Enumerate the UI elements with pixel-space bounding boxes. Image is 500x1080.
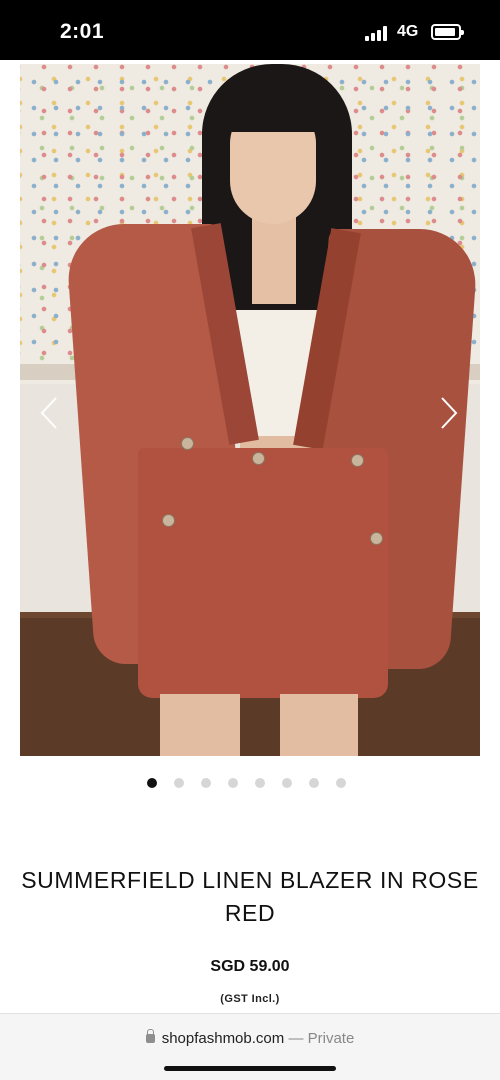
product-image[interactable] <box>20 64 480 756</box>
cellular-signal-icon <box>365 26 391 41</box>
carousel-dot[interactable] <box>255 778 265 788</box>
carousel-prev-button[interactable] <box>34 395 64 431</box>
carousel-dot[interactable] <box>309 778 319 788</box>
status-bar: 2:01 4G <box>0 0 500 60</box>
carousel-dot[interactable] <box>282 778 292 788</box>
lock-icon <box>145 1029 155 1043</box>
carousel-dot[interactable] <box>228 778 238 788</box>
carousel-next-button[interactable] <box>434 395 464 431</box>
tax-note: (GST Incl.) <box>220 993 280 1005</box>
chevron-right-icon <box>441 397 458 429</box>
home-indicator[interactable] <box>164 1066 336 1071</box>
carousel-dot[interactable] <box>174 778 184 788</box>
carousel-dot[interactable] <box>336 778 346 788</box>
carousel-dot[interactable] <box>201 778 211 788</box>
browsing-mode: Private <box>307 1030 355 1047</box>
network-type: 4G <box>397 23 419 40</box>
carousel-pagination <box>147 778 346 790</box>
battery-icon <box>431 24 464 40</box>
carousel-dot[interactable] <box>147 778 157 788</box>
product-price: SGD 59.00 <box>210 958 290 975</box>
chevron-left-icon <box>40 397 57 429</box>
status-time: 2:01 <box>60 20 105 43</box>
product-title: SUMMERFIELD LINEN BLAZER IN ROSE RED <box>21 867 479 926</box>
browser-address-bar[interactable]: shopfashmob.com — Private <box>0 1013 500 1080</box>
url-separator: — <box>288 1030 304 1047</box>
url-display[interactable]: shopfashmob.com — Private <box>0 1029 500 1047</box>
url-domain: shopfashmob.com <box>161 1030 285 1047</box>
